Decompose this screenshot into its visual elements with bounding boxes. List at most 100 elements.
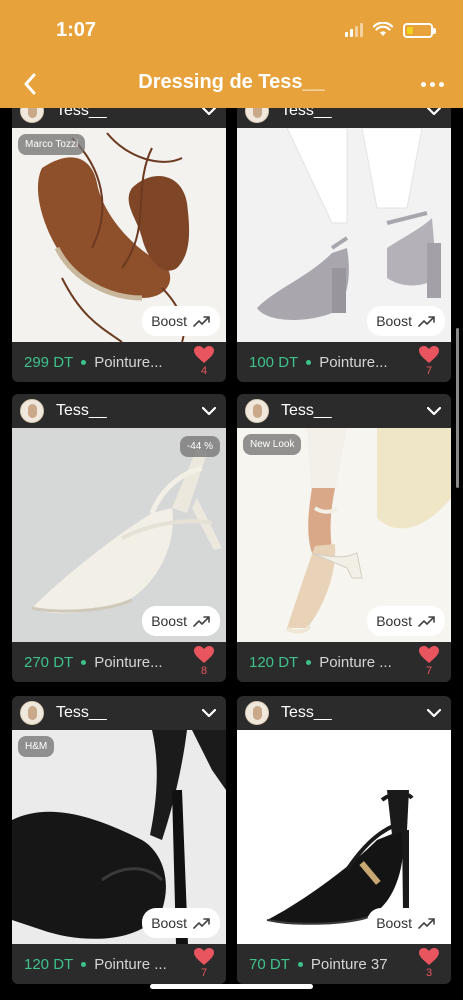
- avatar[interactable]: [245, 108, 269, 123]
- boost-label: Boost: [376, 613, 412, 629]
- product-photo[interactable]: Boost: [237, 128, 451, 342]
- like-count: 8: [200, 665, 208, 677]
- card-footer: 120 DT Pointure ... 7: [237, 642, 451, 682]
- price: 270 DT: [24, 653, 74, 671]
- discount-badge: -44 %: [179, 436, 220, 457]
- more-options-button[interactable]: [415, 70, 449, 98]
- price: 299 DT: [24, 353, 74, 371]
- boost-button[interactable]: Boost: [367, 606, 445, 636]
- chevron-down-icon[interactable]: [200, 402, 218, 420]
- page-title: Dressing de Tess__: [138, 71, 325, 93]
- trending-up-icon: [418, 918, 435, 929]
- like-button[interactable]: 7: [192, 947, 216, 979]
- trending-up-icon: [193, 918, 210, 929]
- home-indicator[interactable]: [150, 984, 313, 989]
- card-footer: 270 DT Pointure... 8: [12, 642, 226, 682]
- chevron-down-icon[interactable]: [200, 704, 218, 722]
- trending-up-icon: [418, 616, 435, 627]
- card-header: Tess__: [12, 696, 226, 730]
- seller-name[interactable]: Tess__: [281, 704, 425, 722]
- product-card[interactable]: Tess__ Boost 100 DT Pointure... 7: [237, 108, 451, 382]
- chevron-down-icon[interactable]: [425, 108, 443, 120]
- product-card[interactable]: Tess__ New Look Boost 120 DT Pointure ..: [237, 394, 451, 682]
- product-photo[interactable]: Boost: [237, 730, 451, 944]
- card-footer: 70 DT Pointure 37 3: [237, 944, 451, 984]
- trending-up-icon: [193, 616, 210, 627]
- heart-icon: [194, 346, 214, 363]
- status-time: 1:07: [56, 19, 97, 41]
- card-header: Tess__: [12, 108, 226, 128]
- product-photo[interactable]: -44 % Boost: [12, 428, 226, 642]
- like-button[interactable]: 7: [417, 345, 441, 377]
- avatar[interactable]: [245, 399, 269, 423]
- heart-icon: [419, 346, 439, 363]
- like-count: 3: [425, 967, 433, 979]
- price: 120 DT: [24, 955, 74, 973]
- like-count: 7: [425, 365, 433, 377]
- boost-button[interactable]: Boost: [142, 908, 220, 938]
- more-horizontal-icon: [420, 81, 426, 87]
- product-card[interactable]: Tess__ Marco Tozzi Boost 299 DT Pointure…: [12, 108, 226, 382]
- avatar[interactable]: [245, 701, 269, 725]
- battery-level: [407, 26, 413, 34]
- product-photo[interactable]: Marco Tozzi Boost: [12, 128, 226, 342]
- boost-button[interactable]: Boost: [367, 306, 445, 336]
- scrollbar[interactable]: [456, 328, 459, 488]
- product-card[interactable]: Tess__ Boost 70 DT Pointure 37 3: [237, 696, 451, 984]
- like-count: 7: [200, 967, 208, 979]
- product-photo[interactable]: H&M Boost: [12, 730, 226, 944]
- like-button[interactable]: 3: [417, 947, 441, 979]
- brand-tag: H&M: [18, 736, 55, 757]
- status-bar: 1:07: [0, 0, 463, 60]
- card-footer: 120 DT Pointure ... 7: [12, 944, 226, 984]
- chevron-down-icon[interactable]: [425, 402, 443, 420]
- chevron-down-icon[interactable]: [425, 704, 443, 722]
- trending-up-icon: [193, 316, 210, 327]
- card-header: Tess__: [237, 108, 451, 128]
- wifi-icon: [373, 22, 393, 36]
- separator-dot: [297, 961, 303, 967]
- boost-label: Boost: [376, 313, 412, 329]
- heart-icon: [419, 646, 439, 663]
- like-button[interactable]: 4: [192, 345, 216, 377]
- like-button[interactable]: 7: [417, 645, 441, 677]
- nav-bar: Dressing de Tess__: [0, 60, 463, 108]
- boost-button[interactable]: Boost: [367, 908, 445, 938]
- separator-dot: [81, 359, 87, 365]
- seller-name[interactable]: Tess__: [281, 108, 425, 120]
- boost-button[interactable]: Boost: [142, 306, 220, 336]
- seller-name[interactable]: Tess__: [56, 402, 200, 420]
- avatar[interactable]: [20, 108, 44, 123]
- card-footer: 100 DT Pointure... 7: [237, 342, 451, 382]
- cellular-signal-icon: [345, 23, 363, 37]
- seller-name[interactable]: Tess__: [281, 402, 425, 420]
- chevron-down-icon[interactable]: [200, 108, 218, 120]
- status-icons: [345, 22, 436, 38]
- like-count: 7: [425, 665, 433, 677]
- boost-label: Boost: [376, 915, 412, 931]
- product-photo[interactable]: New Look Boost: [237, 428, 451, 642]
- price: 120 DT: [249, 653, 299, 671]
- boost-label: Boost: [151, 915, 187, 931]
- avatar[interactable]: [20, 701, 44, 725]
- seller-name[interactable]: Tess__: [56, 704, 200, 722]
- brand-tag: New Look: [243, 434, 302, 455]
- price: 100 DT: [249, 353, 299, 371]
- trending-up-icon: [418, 316, 435, 327]
- like-count: 4: [200, 365, 208, 377]
- boost-button[interactable]: Boost: [142, 606, 220, 636]
- product-grid: Tess__ Marco Tozzi Boost 299 DT Pointure…: [0, 108, 463, 1000]
- avatar[interactable]: [20, 399, 44, 423]
- separator-dot: [306, 659, 312, 665]
- heart-icon: [419, 948, 439, 965]
- separator-dot: [81, 961, 87, 967]
- separator-dot: [81, 659, 87, 665]
- boost-label: Boost: [151, 613, 187, 629]
- seller-name[interactable]: Tess__: [56, 108, 200, 120]
- boost-label: Boost: [151, 313, 187, 329]
- heart-icon: [194, 646, 214, 663]
- like-button[interactable]: 8: [192, 645, 216, 677]
- card-footer: 299 DT Pointure... 4: [12, 342, 226, 382]
- product-card[interactable]: Tess__ -44 % Boost 270 DT Pointure... 8: [12, 394, 226, 682]
- product-card[interactable]: Tess__ H&M Boost 120 DT Pointure ... 7: [12, 696, 226, 984]
